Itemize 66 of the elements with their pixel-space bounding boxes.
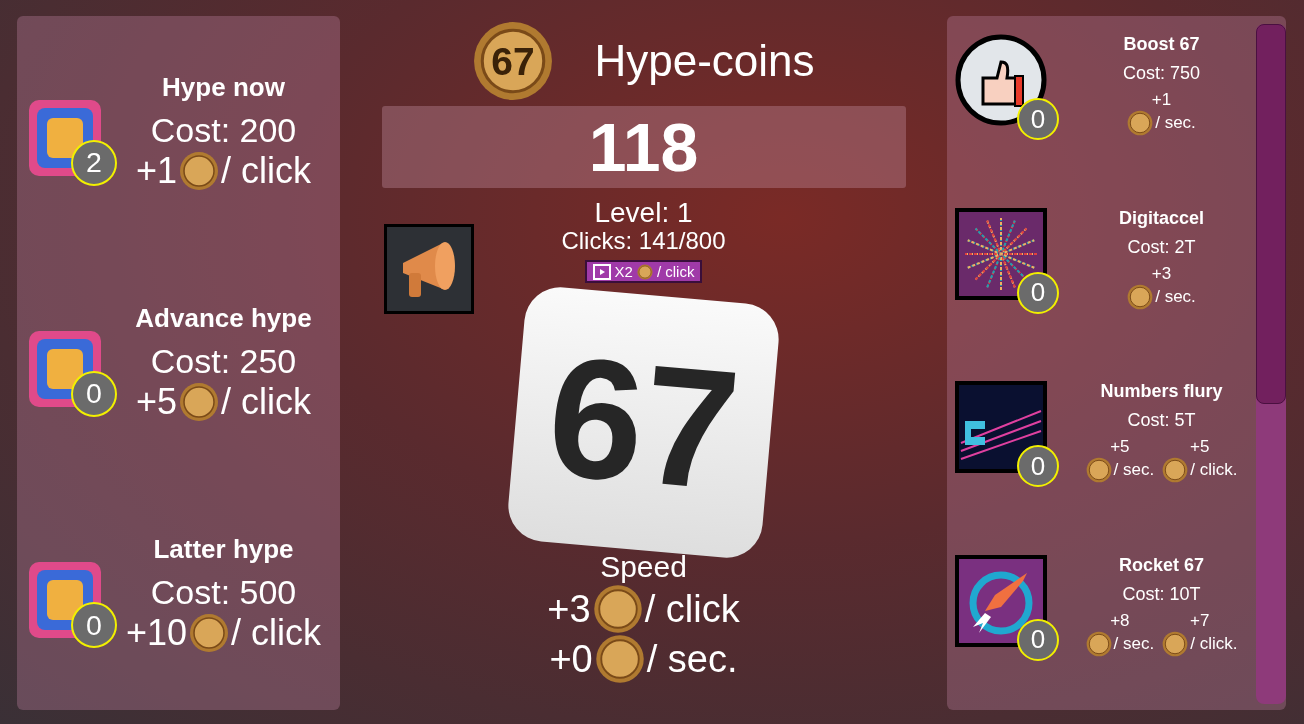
upgrade-cost: Cost: 2T	[1127, 236, 1196, 258]
effect-amount: +7	[1190, 610, 1210, 631]
count-badge: 0	[1017, 618, 1059, 661]
coin-icon	[594, 634, 645, 684]
effect-amount: +5	[1190, 437, 1210, 457]
coin-icon: 67	[472, 20, 555, 102]
effect-amount: +3	[1151, 263, 1172, 284]
upgrade-name: Numbers flury	[1100, 381, 1223, 402]
film-icon	[592, 263, 611, 280]
coin-icon	[636, 263, 653, 280]
coin-icon	[1085, 457, 1112, 483]
gain-unit: / click	[221, 381, 311, 423]
count-badge: 0	[71, 602, 117, 649]
effect-unit: / sec.	[1155, 113, 1196, 133]
upgrade-name: Hype now	[162, 71, 285, 103]
coin-icon	[1162, 630, 1189, 657]
coin-icon	[1162, 457, 1189, 483]
effect-unit: / sec.	[1113, 633, 1155, 654]
count-badge: 0	[71, 371, 117, 417]
clicks-progress-text: Clicks: 141/800	[561, 228, 726, 254]
coin-icon	[179, 382, 219, 422]
scrollbar-track[interactable]	[1256, 24, 1286, 704]
gain-amount: +1	[135, 149, 177, 192]
speed-unit: / sec.	[646, 637, 738, 681]
upgrade-name: Rocket 67	[1118, 554, 1204, 576]
upgrade-name: Latter hype	[153, 534, 294, 566]
upgrade-cost: Cost: 5T	[1127, 410, 1196, 431]
effect-unit: / click.	[1190, 460, 1238, 480]
upgrade-name: Boost 67	[1123, 34, 1200, 55]
upgrade-cost: Cost: 200	[150, 110, 297, 150]
gain-amount: +5	[135, 381, 177, 423]
upgrade-name: Digitaccel	[1118, 207, 1204, 229]
count-badge: 2	[71, 139, 117, 186]
video-bonus-button[interactable]: X2 / click	[584, 260, 703, 283]
effect-unit: / click.	[1190, 633, 1238, 654]
coin-balance: 118	[381, 106, 906, 188]
coin-icon	[1127, 110, 1154, 136]
speed-amount: +0	[549, 637, 593, 681]
level-text: Level: 1	[594, 198, 693, 228]
coin-icon	[189, 613, 230, 654]
effect-amount: +1	[1151, 90, 1172, 110]
coin-icon	[592, 584, 643, 634]
speed-amount: +3	[547, 587, 591, 631]
upgrade-cost: Cost: 250	[150, 342, 297, 381]
count-badge: 0	[1017, 445, 1059, 487]
coin-icon	[1085, 630, 1112, 657]
speed-unit: / click	[644, 587, 740, 631]
gain-unit: / click	[221, 149, 311, 192]
upgrade-name: Advance hype	[135, 303, 312, 334]
upgrade-cost: Cost: 10T	[1122, 583, 1201, 605]
effect-amount: +8	[1110, 610, 1130, 631]
megaphone-picture[interactable]	[383, 224, 474, 314]
coin-icon	[1127, 283, 1154, 310]
gain-amount: +10	[125, 612, 188, 655]
upgrade-cost: Cost: 750	[1122, 63, 1200, 84]
count-badge: 0	[1017, 271, 1059, 314]
gain-unit: / click	[231, 612, 322, 655]
effect-unit: / sec.	[1155, 286, 1196, 307]
effect-unit: / sec.	[1113, 460, 1155, 480]
currency-title: Hype-coins	[594, 36, 815, 86]
count-badge: 0	[1017, 98, 1059, 140]
upgrade-cost: Cost: 500	[150, 573, 297, 613]
effect-amount: +5	[1110, 437, 1130, 457]
thumbs-up-icon	[955, 34, 1047, 126]
scrollbar-thumb[interactable]	[1256, 24, 1286, 404]
coin-icon	[179, 150, 219, 191]
